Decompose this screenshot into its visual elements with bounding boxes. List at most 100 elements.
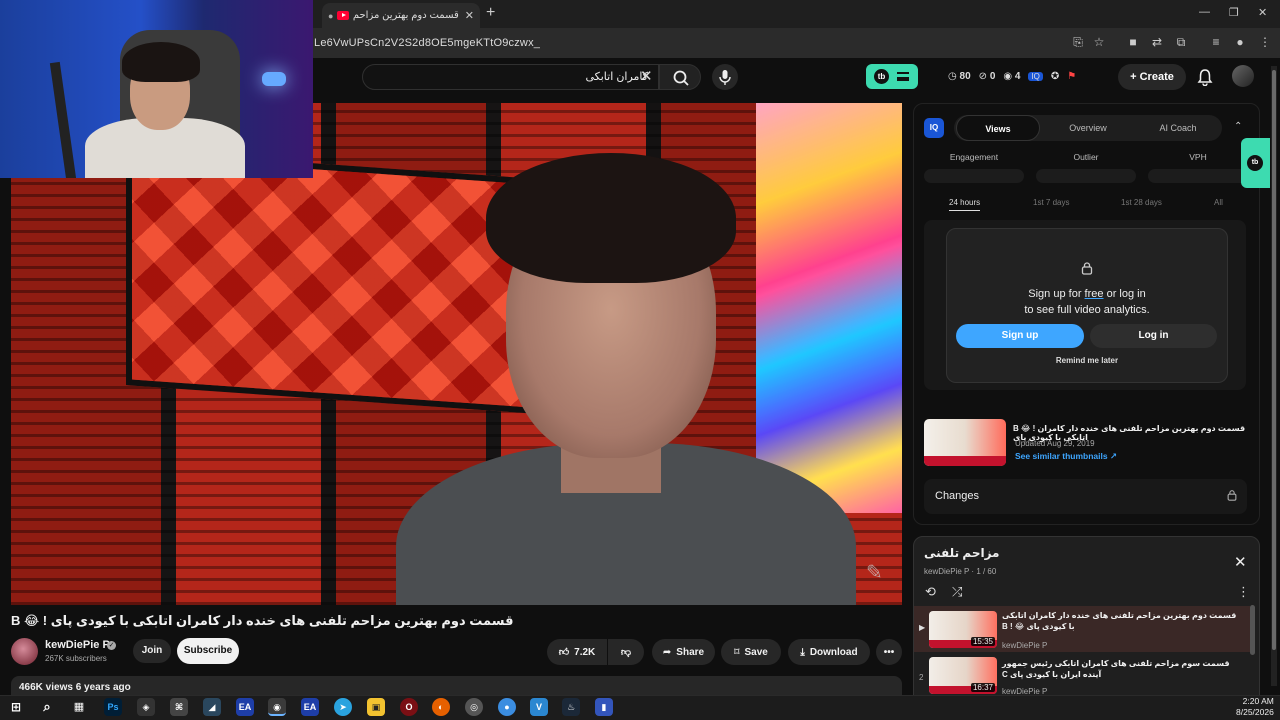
bookmark-star-icon[interactable]: ☆ xyxy=(1090,34,1108,50)
install-icon[interactable]: ⎘ xyxy=(1069,34,1087,50)
media-icon[interactable]: ≡ xyxy=(1207,34,1225,50)
create-label: Create xyxy=(1139,71,1174,83)
new-tab-icon[interactable]: + xyxy=(486,4,495,22)
capcut-icon[interactable]: ⌘ xyxy=(170,698,188,716)
video-thumbnail[interactable] xyxy=(924,419,1006,466)
vidiq-panel-logo-icon: IQ xyxy=(924,118,944,138)
playlist-more-icon[interactable]: ⋮ xyxy=(1237,584,1250,600)
stats-app-icon[interactable]: ▮ xyxy=(595,698,613,716)
video-title: B 😂 ! قسمت دوم بهترین مزاحم تلفنی های خن… xyxy=(11,613,514,628)
playlist-item-thumbnail: 16:37 xyxy=(929,657,997,694)
range-24-hours[interactable]: 24 hours xyxy=(949,198,981,211)
vidiq-extension-button[interactable]: tb xyxy=(866,64,918,89)
dislike-button[interactable]: 👎︎ xyxy=(608,639,644,665)
metric-outlier-value xyxy=(1036,169,1136,183)
taskbar-search-icon[interactable]: ⌕ xyxy=(38,698,56,716)
metric-vph-label: VPH xyxy=(1189,152,1207,162)
channel-name[interactable]: kewDiePie P xyxy=(45,639,110,651)
close-window-icon[interactable]: ✕ xyxy=(1258,6,1267,19)
playlist-item[interactable]: 2 16:37 قسمت سوم مزاحم تلفنی های کامران … xyxy=(914,653,1250,699)
save-button[interactable]: ⌑ Save xyxy=(721,639,781,665)
collapse-panel-icon[interactable]: ⌃ xyxy=(1234,121,1242,132)
range-all[interactable]: All xyxy=(1214,198,1223,207)
account-avatar[interactable] xyxy=(1232,65,1254,87)
thumbs-down-icon: 👎︎ xyxy=(620,647,632,658)
tab-overview[interactable]: Overview xyxy=(1046,115,1130,141)
playlist-item-channel: kewDiePie P xyxy=(1002,641,1048,650)
playlist-item-duration: 16:37 xyxy=(970,683,995,692)
photoshop-icon[interactable]: Ps xyxy=(104,698,122,716)
metric-engagement-label: Engagement xyxy=(949,152,999,162)
playlist-item[interactable]: ▶ 15:35 قسمت دوم بهترین مزاحم تلفنی های … xyxy=(914,606,1250,652)
desk-lamp xyxy=(262,72,286,86)
steam-app-icon[interactable]: ◢ xyxy=(203,698,221,716)
video-person xyxy=(386,143,856,605)
chrome-icon[interactable]: ◉ xyxy=(268,698,286,716)
notes-icon[interactable]: ▣ xyxy=(367,698,385,716)
join-button[interactable]: Join xyxy=(133,639,171,663)
video-player[interactable] xyxy=(11,103,902,605)
tab-views[interactable]: Views xyxy=(956,115,1040,141)
see-similar-thumbnails-link[interactable]: See similar thumbnails ↗ xyxy=(1015,451,1117,462)
kebab-menu-icon[interactable]: ⋮ xyxy=(1256,34,1274,50)
ea-icon[interactable]: EA xyxy=(236,698,254,716)
telegram-icon[interactable]: ➤ xyxy=(334,698,352,716)
signup-button[interactable]: Sign up xyxy=(956,324,1084,348)
channel-avatar[interactable] xyxy=(11,638,38,665)
range-7-days[interactable]: 1st 7 days xyxy=(1033,198,1069,207)
hamburger-icon xyxy=(897,72,909,81)
profile-icon[interactable]: ● xyxy=(1231,34,1249,50)
clear-search-icon[interactable]: ✕ xyxy=(640,67,653,85)
shuffle-icon[interactable]: ⤮ xyxy=(952,584,962,600)
obs-icon[interactable]: ◎ xyxy=(465,698,483,716)
metric-outlier-label: Outlier xyxy=(1073,152,1099,162)
minimize-icon[interactable]: — xyxy=(1199,6,1210,18)
notifications-bell-icon[interactable] xyxy=(1197,68,1213,86)
more-actions-button[interactable]: ••• xyxy=(876,639,902,665)
bulb-icon[interactable]: ✪ xyxy=(1051,71,1059,82)
maximize-icon[interactable]: ❐ xyxy=(1229,6,1239,19)
app-cube-icon[interactable]: ◈ xyxy=(137,698,155,716)
streamer-hair xyxy=(122,42,200,82)
share-button[interactable]: ➦ Share xyxy=(652,639,715,665)
iq-badge-icon[interactable]: IQ xyxy=(1028,72,1043,81)
login-button[interactable]: Log in xyxy=(1090,324,1217,348)
like-button[interactable]: 👍︎ 7.2K xyxy=(547,639,607,665)
url-text[interactable]: Le6VwUPsCn2V2S2d8OE5mgeKTtO9czwx_ xyxy=(314,37,540,49)
subscribe-button[interactable]: Subscribe xyxy=(177,638,239,664)
search-input[interactable]: کامران اتابکی xyxy=(362,64,659,90)
tab-close-icon[interactable]: ✕ xyxy=(465,9,474,22)
playlist-title[interactable]: مزاحم تلفنی xyxy=(924,546,999,560)
alert-icon[interactable]: ⚑ xyxy=(1067,71,1076,82)
windows-start-icon[interactable]: ⊞ xyxy=(7,698,25,716)
app-circle-icon[interactable]: ● xyxy=(498,698,516,716)
puzzle-icon[interactable]: ⧉ xyxy=(1172,34,1190,50)
description-box[interactable] xyxy=(11,676,902,696)
download-button[interactable]: ⤓ Download xyxy=(788,639,870,665)
side-extension-tab[interactable]: tb xyxy=(1241,138,1270,188)
opera-icon[interactable]: O xyxy=(400,698,418,716)
playlist-scrollbar[interactable] xyxy=(1250,605,1255,655)
eye-stat: ◉ 4 xyxy=(1003,71,1021,82)
loop-icon[interactable]: ⟲ xyxy=(925,584,936,600)
vscode-like-icon[interactable]: V xyxy=(530,698,548,716)
steam-icon[interactable]: ♨ xyxy=(562,698,580,716)
search-button[interactable] xyxy=(659,64,701,90)
create-button[interactable]: + Create xyxy=(1118,64,1186,90)
playlist-close-icon[interactable]: ✕ xyxy=(1234,553,1247,571)
browser-tab[interactable]: ● قسمت دوم بهترین مزاحم تلفنی ✕ xyxy=(322,3,480,28)
voice-search-button[interactable] xyxy=(712,64,738,90)
remind-later-button[interactable]: Remind me later xyxy=(946,356,1228,365)
page-scrollbar-thumb[interactable] xyxy=(1272,70,1276,650)
signin-message: Sign up for free or log in to see full v… xyxy=(946,286,1228,318)
system-clock: 2:20 AM 8/25/2026 xyxy=(1236,696,1274,718)
like-count: 7.2K xyxy=(574,646,596,658)
task-view-icon[interactable]: ▦ xyxy=(70,698,88,716)
ea-app-icon[interactable]: EA xyxy=(301,698,319,716)
firefox-icon[interactable]: ◐ xyxy=(432,698,450,716)
range-28-days[interactable]: 1st 28 days xyxy=(1121,198,1162,207)
video-watermark-icon: ✎ xyxy=(866,562,883,584)
tab-ai-coach[interactable]: AI Coach xyxy=(1136,115,1220,141)
translate-icon[interactable]: ⇄ xyxy=(1148,34,1166,50)
extension-icon[interactable]: ■ xyxy=(1124,34,1142,50)
